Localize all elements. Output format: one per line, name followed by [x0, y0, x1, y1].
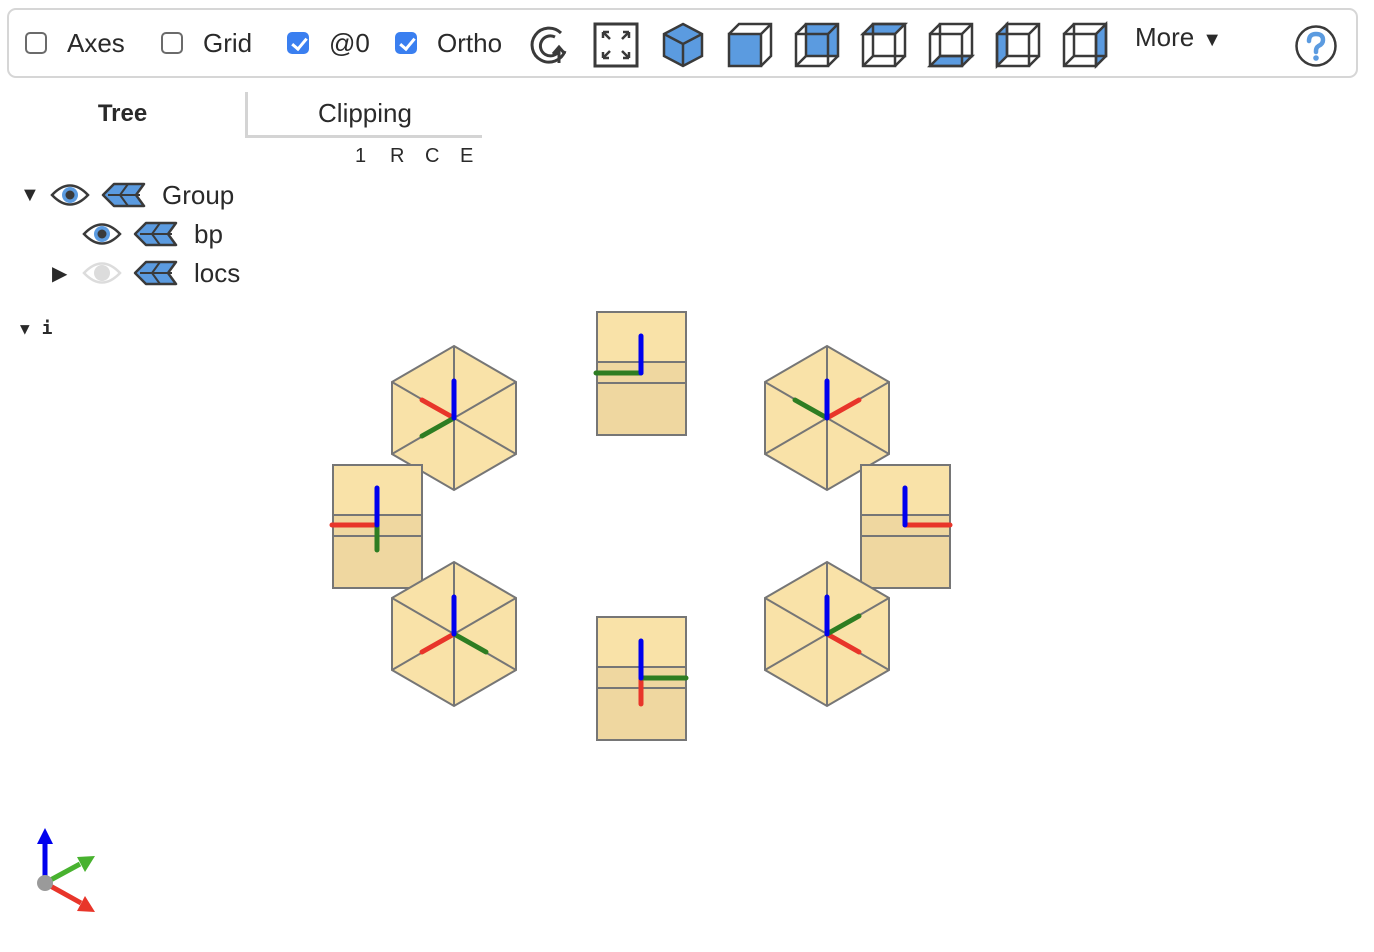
- right-view-button[interactable]: [1060, 20, 1110, 70]
- toolbar: Axes Grid @0 Ortho More ▼: [7, 8, 1358, 78]
- clip-option-r[interactable]: R: [390, 145, 425, 168]
- tree-node-group: ▼ Group: [20, 177, 234, 213]
- eye-visible-icon[interactable]: [82, 221, 122, 247]
- collapse-toggle-icon[interactable]: ▼: [20, 184, 42, 207]
- axes-label: Axes: [67, 27, 125, 58]
- grid-toggle[interactable]: Grid: [161, 10, 252, 76]
- eye-hidden-icon[interactable]: [82, 260, 122, 286]
- tab-tree[interactable]: Tree: [0, 90, 245, 138]
- grid-label: Grid: [203, 27, 253, 58]
- top-view-button[interactable]: [859, 20, 909, 70]
- ortho-checkbox[interactable]: [395, 32, 417, 54]
- front-cube-icon: [727, 22, 773, 68]
- front-view-button[interactable]: [725, 20, 775, 70]
- right-cube-icon: [1062, 21, 1108, 69]
- rear-view-button[interactable]: [792, 20, 842, 70]
- tree-node-label[interactable]: bp: [194, 219, 223, 250]
- left-view-button[interactable]: [993, 20, 1043, 70]
- chevron-down-icon: ▼: [1202, 29, 1223, 51]
- axes-checkbox[interactable]: [25, 32, 47, 54]
- iso-cube-icon: [662, 22, 704, 68]
- eye-visible-icon[interactable]: [50, 182, 90, 208]
- clip-option-c[interactable]: C: [425, 145, 460, 168]
- clip-options: 1RCE: [355, 145, 495, 168]
- expand-icon: [593, 22, 639, 68]
- more-label: More: [1135, 22, 1195, 52]
- at-zero-checkbox[interactable]: [287, 32, 309, 54]
- shapes-icon: [133, 260, 178, 286]
- ortho-label: Ortho: [437, 27, 503, 58]
- help-button[interactable]: [1294, 24, 1338, 73]
- resize-button[interactable]: [591, 20, 641, 70]
- iso-view-button[interactable]: [658, 20, 708, 70]
- reset-view-button[interactable]: [524, 20, 574, 70]
- tree-node-label[interactable]: Group: [162, 180, 234, 211]
- bottom-cube-icon: [927, 22, 975, 68]
- rotate-reset-icon: [530, 26, 567, 64]
- ortho-toggle[interactable]: Ortho: [395, 10, 502, 76]
- clip-option-e[interactable]: E: [460, 145, 495, 168]
- 3d-viewport[interactable]: [0, 290, 1374, 952]
- shapes-icon: [101, 182, 146, 208]
- bottom-view-button[interactable]: [926, 20, 976, 70]
- tab-clipping[interactable]: Clipping: [245, 92, 482, 138]
- grid-checkbox[interactable]: [161, 32, 183, 54]
- rear-cube-icon: [794, 22, 840, 68]
- axes-toggle[interactable]: Axes: [25, 10, 125, 76]
- left-cube-icon: [995, 21, 1041, 69]
- scene: [329, 311, 953, 741]
- help-icon: [1295, 25, 1337, 67]
- more-menu-button[interactable]: More ▼: [1135, 22, 1222, 53]
- expand-toggle-icon[interactable]: ▶: [52, 261, 74, 286]
- at-zero-toggle[interactable]: @0: [287, 10, 370, 76]
- orientation-gizmo-icon: [37, 828, 95, 912]
- tree-node-label[interactable]: locs: [194, 258, 240, 289]
- tree-node-locs: ▶ locs: [52, 255, 240, 291]
- clip-option-1[interactable]: 1: [355, 145, 390, 168]
- top-cube-icon: [860, 22, 908, 68]
- tree-node-bp: bp: [52, 216, 223, 252]
- shapes-icon: [133, 221, 178, 247]
- at-zero-label: @0: [329, 27, 370, 58]
